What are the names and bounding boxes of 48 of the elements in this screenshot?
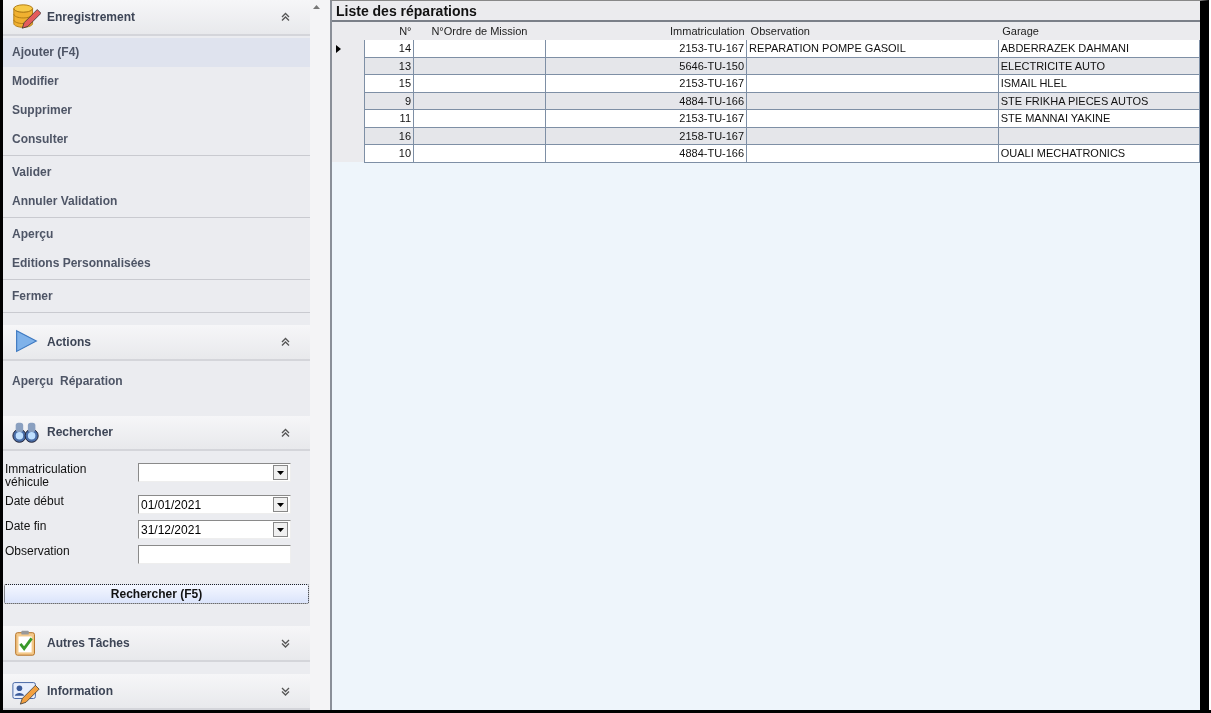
field-label: Date début	[5, 495, 65, 509]
panel-title: Information	[47, 683, 114, 701]
panel-title: Enregistrement	[47, 8, 137, 26]
sidebar-item[interactable]: Annuler Validation	[3, 186, 310, 216]
column-header[interactable]: Garage	[998, 22, 1200, 40]
collapse-chevron-icon[interactable]	[281, 337, 290, 347]
field-label: Observation	[5, 545, 71, 559]
collapse-chevron-icon[interactable]	[281, 428, 290, 437]
list-title: Liste des réparations	[332, 1, 1200, 22]
panel-title: Autres Tâches	[47, 635, 131, 653]
caret-down-icon	[277, 502, 284, 507]
dropdown-field[interactable]	[138, 463, 291, 483]
sidebar-item[interactable]: Aperçu	[3, 219, 310, 249]
sidebar-item[interactable]: Modifier	[3, 66, 310, 96]
sidebar-item[interactable]: Consulter	[3, 124, 310, 154]
column-header[interactable]: Immatriculation	[545, 22, 747, 40]
search-button[interactable]: Rechercher (F5)	[4, 584, 309, 605]
database-pencil-icon	[11, 1, 41, 32]
dropdown-field[interactable]: 01/01/2021	[138, 495, 291, 515]
collapse-chevron-icon[interactable]	[281, 12, 290, 22]
sidebar-item[interactable]: Editions Personnalisées	[3, 248, 310, 278]
field-label: Date fin	[5, 520, 48, 534]
expand-chevron-icon[interactable]	[281, 686, 290, 696]
table-cell: 14	[364, 40, 414, 57]
column-header[interactable]: N°	[364, 22, 414, 40]
dropdown-button[interactable]	[273, 465, 288, 481]
table-cell: ABDERRAZEK DAHMANI	[998, 40, 1200, 57]
dropdown-field[interactable]: 31/12/2021	[138, 520, 291, 540]
column-header[interactable]: Observation	[746, 22, 999, 40]
sidebar-item[interactable]: Supprimer	[3, 95, 310, 125]
input-field[interactable]	[138, 545, 291, 565]
table-cell: 2153-TU-167	[545, 40, 747, 57]
panel-title: Rechercher	[47, 424, 115, 442]
sidebar-item[interactable]: Aperçu Réparation	[3, 366, 310, 396]
dropdown-button[interactable]	[273, 522, 288, 538]
scroll-up-arrow-icon[interactable]	[313, 5, 320, 9]
sidebar-item[interactable]: Fermer	[3, 281, 310, 311]
column-header[interactable]: N°Ordre de Mission	[413, 22, 546, 40]
dropdown-button[interactable]	[273, 497, 288, 513]
sidebar-item[interactable]: Valider	[3, 157, 310, 187]
expand-chevron-icon[interactable]	[281, 638, 290, 648]
panel-title: Actions	[47, 333, 92, 351]
current-row-indicator-icon	[336, 44, 341, 53]
field-label: Immatriculation véhicule	[5, 463, 88, 490]
table-cell: REPARATION POMPE GASOIL	[746, 40, 999, 57]
caret-down-icon	[277, 470, 284, 475]
sidebar-item[interactable]: Ajouter (F4)	[3, 37, 310, 67]
caret-down-icon	[277, 527, 284, 532]
